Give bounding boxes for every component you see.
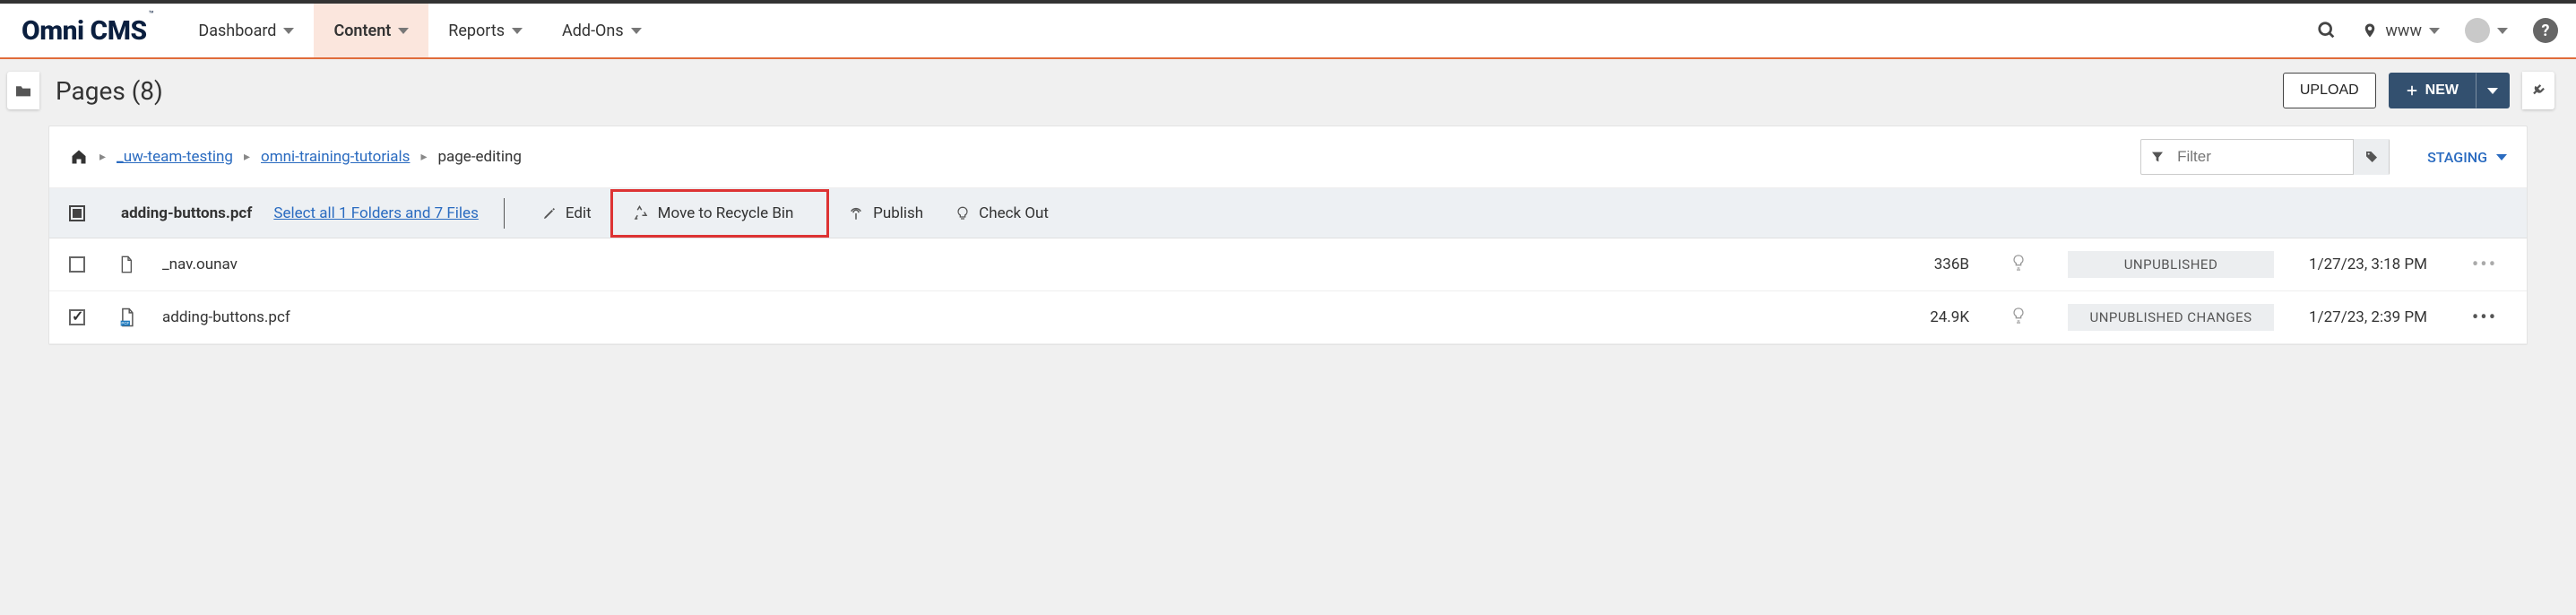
chevron-down-icon	[398, 28, 409, 34]
tag-icon	[2364, 150, 2379, 164]
breadcrumb: ▸ _uw-team-testing ▸ omni-training-tutor…	[49, 126, 2527, 188]
topbar-right: www ?	[2317, 18, 2558, 43]
select-all-checkbox[interactable]	[69, 205, 85, 221]
publish-action[interactable]: Publish	[832, 195, 939, 231]
table-row[interactable]: PCF adding-buttons.pcf 24.9K UNPUBLISHED…	[49, 291, 2527, 344]
file-size: 336B	[1871, 256, 1969, 273]
user-menu[interactable]	[2465, 18, 2508, 43]
folder-icon	[14, 83, 32, 98]
tag-filter-button[interactable]	[2353, 139, 2389, 175]
nav-addons[interactable]: Add-Ons	[542, 4, 661, 57]
crumb-current: page-editing	[437, 148, 521, 166]
checkout-action[interactable]: Check Out	[939, 195, 1065, 231]
chevron-down-icon	[2487, 88, 2498, 94]
site-picker[interactable]: www	[2362, 21, 2440, 40]
chevron-down-icon	[512, 28, 523, 34]
filter-box	[2140, 139, 2390, 175]
top-nav: Omni CMS™ Dashboard Content Reports Add-…	[0, 0, 2576, 57]
row-more-menu[interactable]: •••	[2462, 307, 2507, 329]
selected-file-name: adding-buttons.pcf	[121, 204, 252, 222]
status-badge: UNPUBLISHED	[2068, 251, 2274, 278]
nav-dashboard[interactable]: Dashboard	[178, 4, 314, 57]
plus-icon	[2406, 84, 2418, 97]
checkout-indicator[interactable]	[1969, 254, 2068, 276]
pin-icon	[2362, 21, 2378, 40]
file-name[interactable]: adding-buttons.pcf	[162, 308, 1871, 326]
avatar	[2465, 18, 2490, 43]
page-title: Pages (8)	[56, 76, 163, 106]
home-icon[interactable]	[69, 148, 89, 166]
row-more-menu[interactable]: •••	[2462, 254, 2507, 276]
file-size: 24.9K	[1871, 308, 1969, 326]
svg-text:PCF: PCF	[121, 321, 129, 325]
help-icon[interactable]: ?	[2533, 18, 2558, 43]
filter-icon	[2141, 150, 2174, 164]
chevron-down-icon	[631, 28, 642, 34]
folder-tab[interactable]	[7, 72, 39, 109]
chevron-down-icon	[2496, 154, 2507, 160]
recycle-icon	[633, 205, 649, 221]
select-all-link[interactable]: Select all 1 Folders and 7 Files	[273, 204, 479, 222]
row-checkbox[interactable]	[69, 309, 85, 325]
nav-reports[interactable]: Reports	[428, 4, 542, 57]
crumb-sep: ▸	[420, 150, 427, 164]
crumb-sep: ▸	[244, 150, 250, 164]
file-date: 1/27/23, 3:18 PM	[2274, 256, 2462, 273]
pcf-file-icon: PCF	[119, 308, 137, 327]
page-header: Pages (8) UPLOAD NEW	[0, 57, 2576, 126]
selection-action-bar: adding-buttons.pcf Select all 1 Folders …	[49, 188, 2527, 238]
antenna-icon	[848, 205, 864, 221]
new-button-dropdown[interactable]	[2476, 73, 2510, 108]
nav-content[interactable]: Content	[314, 4, 428, 57]
chevron-down-icon	[2429, 28, 2440, 34]
environment-picker[interactable]: STAGING	[2427, 149, 2507, 166]
filter-input[interactable]	[2174, 143, 2353, 171]
search-icon[interactable]	[2317, 21, 2337, 40]
upload-button[interactable]: UPLOAD	[2283, 73, 2376, 108]
lightbulb-icon	[955, 205, 970, 221]
new-button[interactable]: NEW	[2389, 73, 2476, 108]
chevron-down-icon	[283, 28, 294, 34]
brand-logo: Omni CMS™	[22, 15, 151, 47]
file-name[interactable]: _nav.ounav	[162, 256, 1871, 273]
chevron-down-icon	[2497, 28, 2508, 34]
main-nav: Dashboard Content Reports Add-Ons	[178, 4, 661, 57]
crumb-omni-training[interactable]: omni-training-tutorials	[261, 148, 410, 166]
crumb-uw-team-testing[interactable]: _uw-team-testing	[117, 148, 233, 166]
plug-icon	[2530, 82, 2546, 99]
file-date: 1/27/23, 2:39 PM	[2274, 308, 2462, 326]
edit-action[interactable]: Edit	[526, 195, 608, 231]
new-button-group: NEW	[2389, 73, 2510, 108]
file-panel: ▸ _uw-team-testing ▸ omni-training-tutor…	[48, 126, 2528, 345]
gadgets-tab[interactable]	[2522, 72, 2554, 109]
status-badge: UNPUBLISHED CHANGES	[2068, 304, 2274, 331]
pencil-icon	[542, 206, 557, 221]
table-row[interactable]: _nav.ounav 336B UNPUBLISHED 1/27/23, 3:1…	[49, 238, 2527, 291]
move-to-recycle-action[interactable]: Move to Recycle Bin ­	[613, 192, 826, 235]
divider	[504, 198, 505, 229]
crumb-sep: ▸	[99, 150, 106, 164]
row-checkbox[interactable]	[69, 256, 85, 273]
checkout-indicator[interactable]	[1969, 307, 2068, 329]
file-icon	[119, 256, 137, 273]
